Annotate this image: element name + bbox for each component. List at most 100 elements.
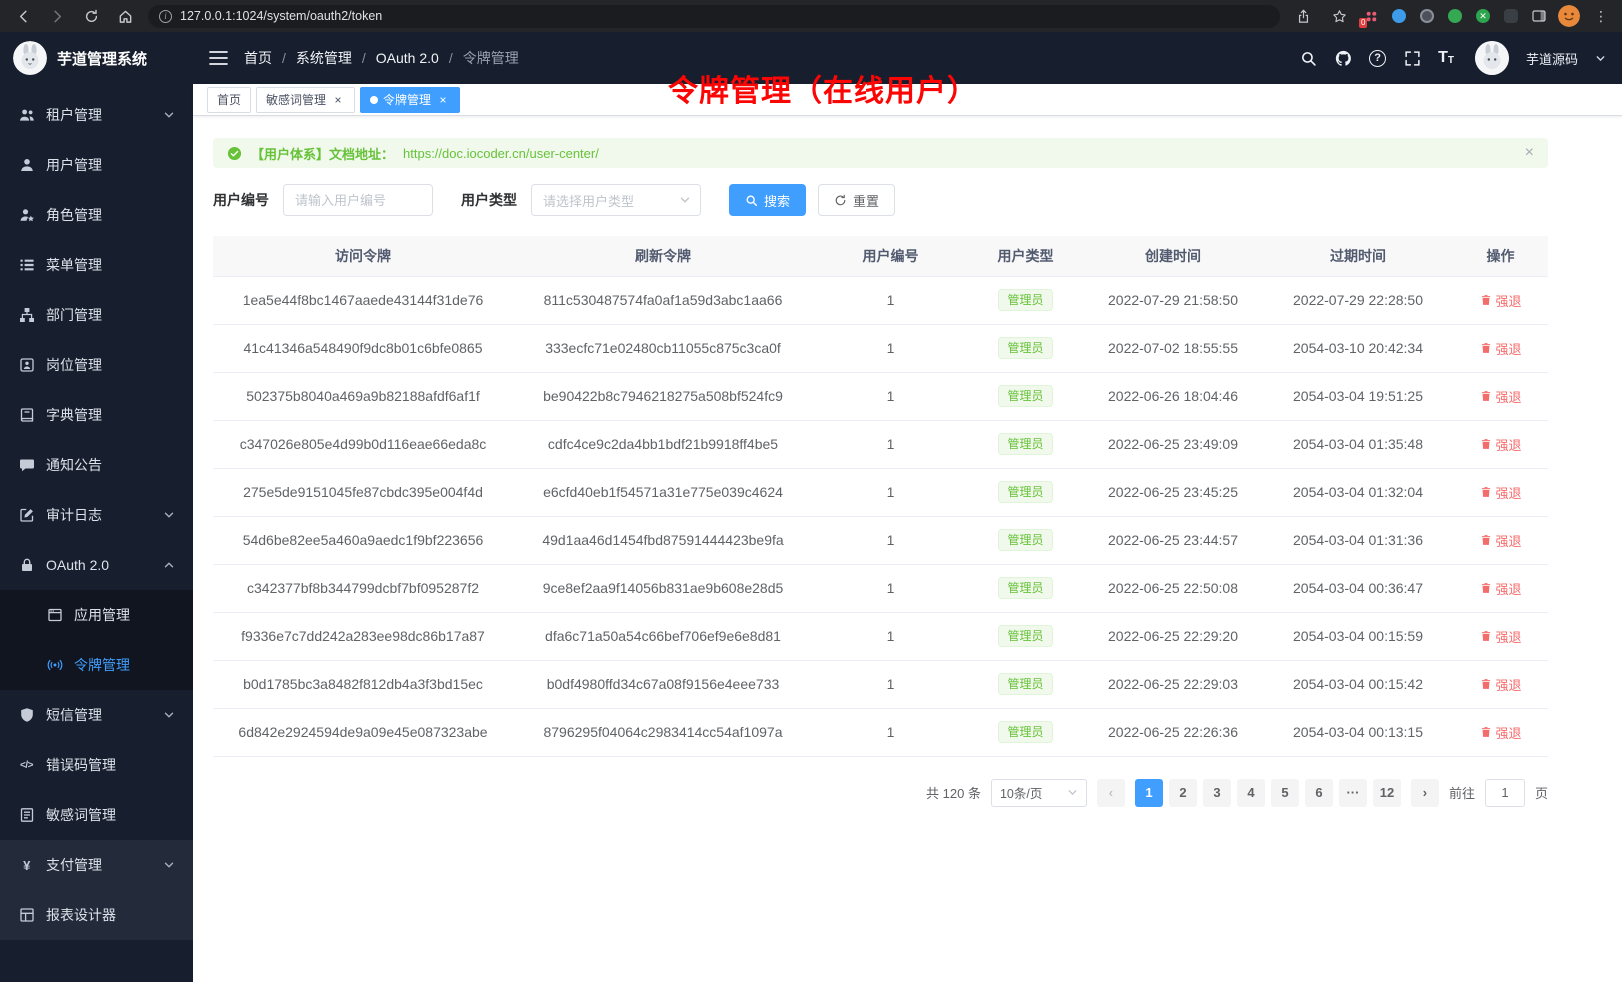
share-icon[interactable] xyxy=(1290,4,1316,28)
force-logout-button[interactable]: 强退 xyxy=(1479,483,1521,502)
page-button[interactable]: 1 xyxy=(1135,779,1163,807)
user-id-input[interactable] xyxy=(283,184,433,216)
forward-icon[interactable] xyxy=(44,4,70,28)
expire-time-cell: 2054-03-04 01:35:48 xyxy=(1263,420,1453,468)
sidebar-item[interactable]: 令牌管理 xyxy=(0,640,193,690)
close-icon[interactable]: × xyxy=(436,93,450,107)
sidebar-item[interactable]: 报表设计器 xyxy=(0,890,193,940)
sidebar-item[interactable]: 应用管理 xyxy=(0,590,193,640)
prev-page-button[interactable]: ‹ xyxy=(1097,779,1125,807)
force-logout-button[interactable]: 强退 xyxy=(1479,387,1521,406)
trash-icon xyxy=(1479,678,1492,691)
browser-menu-icon[interactable]: ⋮ xyxy=(1590,8,1612,25)
collapse-menu-icon[interactable] xyxy=(209,50,228,66)
goto-label: 前往 xyxy=(1449,783,1475,802)
tab-item[interactable]: 首页 xyxy=(207,87,251,113)
sidebar-item[interactable]: 短信管理 xyxy=(0,690,193,740)
page-button[interactable]: 3 xyxy=(1203,779,1231,807)
force-logout-button[interactable]: 强退 xyxy=(1479,435,1521,454)
user-id-cell: 1 xyxy=(813,468,968,516)
force-logout-button[interactable]: 强退 xyxy=(1479,339,1521,358)
sidebar-item[interactable]: 菜单管理 xyxy=(0,240,193,290)
split-window-icon[interactable] xyxy=(1530,7,1548,25)
search-button[interactable]: 搜索 xyxy=(729,184,806,216)
close-icon[interactable]: × xyxy=(1525,145,1534,161)
search-icon[interactable] xyxy=(1299,49,1317,67)
user-type-badge: 管理员 xyxy=(998,385,1052,407)
access-token-cell: f9336e7c7dd242a283ee98dc86b17a87 xyxy=(213,612,513,660)
refresh-token-cell: be90422b8c7946218275a508bf524fc9 xyxy=(513,372,813,420)
chevron-down-icon[interactable] xyxy=(1595,53,1606,64)
user-id-cell: 1 xyxy=(813,708,968,756)
force-logout-button[interactable]: 强退 xyxy=(1479,627,1521,646)
reload-icon[interactable] xyxy=(78,4,104,28)
breadcrumb-item[interactable]: 系统管理 xyxy=(296,48,352,68)
goto-page-input[interactable] xyxy=(1485,779,1525,807)
user-name[interactable]: 芋道源码 xyxy=(1526,49,1578,68)
extension-green-icon[interactable] xyxy=(1446,7,1464,25)
refresh-token-cell: 811c530487574fa0af1a59d3abc1aa66 xyxy=(513,276,813,324)
app-logo[interactable]: 芋道管理系统 xyxy=(0,32,193,84)
page-button[interactable]: 4 xyxy=(1237,779,1265,807)
reset-button[interactable]: 重置 xyxy=(818,184,895,216)
sidebar-item[interactable]: 审计日志 xyxy=(0,490,193,540)
fullscreen-icon[interactable] xyxy=(1403,49,1421,67)
alert-link[interactable]: https://doc.iocoder.cn/user-center/ xyxy=(403,146,599,161)
user-type-select[interactable]: 请选择用户类型 xyxy=(531,184,701,216)
sidebar-item[interactable]: 租户管理 xyxy=(0,90,193,140)
sidebar-item[interactable]: </>错误码管理 xyxy=(0,740,193,790)
audit-icon xyxy=(18,507,35,524)
home-icon[interactable] xyxy=(112,4,138,28)
browser-url-bar[interactable]: i 127.0.0.1:1024/system/oauth2/token xyxy=(148,5,1280,28)
breadcrumb-item[interactable]: 首页 xyxy=(244,48,272,68)
sidebar-item[interactable]: ¥支付管理 xyxy=(0,840,193,890)
breadcrumb-item[interactable]: OAuth 2.0 xyxy=(376,50,439,66)
next-page-button[interactable]: › xyxy=(1411,779,1439,807)
create-time-cell: 2022-06-25 22:29:03 xyxy=(1083,660,1263,708)
breadcrumb-item[interactable]: 令牌管理 xyxy=(463,48,519,68)
sidebar-item[interactable]: 通知公告 xyxy=(0,440,193,490)
extension-blue-icon[interactable] xyxy=(1390,7,1408,25)
help-icon[interactable]: ? xyxy=(1369,50,1386,67)
force-logout-button[interactable]: 强退 xyxy=(1479,291,1521,310)
sidebar-item[interactable]: 用户管理 xyxy=(0,140,193,190)
refresh-token-cell: e6cfd40eb1f54571a31e775e039c4624 xyxy=(513,468,813,516)
role-icon xyxy=(18,207,35,224)
bookmark-star-icon[interactable] xyxy=(1326,4,1352,28)
page-button[interactable]: 12 xyxy=(1373,779,1401,807)
extension-paw-icon[interactable] xyxy=(1502,7,1520,25)
page-size-select[interactable]: 10条/页 xyxy=(991,779,1087,807)
github-icon[interactable] xyxy=(1334,49,1352,67)
extension-grid-icon[interactable]: 0 xyxy=(1362,7,1380,25)
close-icon[interactable]: × xyxy=(331,93,345,107)
font-size-icon[interactable]: TT xyxy=(1438,50,1454,66)
force-logout-button[interactable]: 强退 xyxy=(1479,723,1521,742)
extension-x-icon[interactable]: ✕ xyxy=(1474,7,1492,25)
user-avatar[interactable] xyxy=(1475,41,1509,75)
browser-profile-avatar[interactable] xyxy=(1558,5,1580,27)
refresh-token-cell: 9ce8ef2aa9f14056b831ae9b608e28d5 xyxy=(513,564,813,612)
site-info-icon[interactable]: i xyxy=(159,10,172,23)
menu-icon xyxy=(18,257,35,274)
page-button[interactable]: 5 xyxy=(1271,779,1299,807)
sidebar-item[interactable]: OAuth 2.0 xyxy=(0,540,193,590)
trash-icon xyxy=(1479,534,1492,547)
extension-dark-icon[interactable] xyxy=(1418,7,1436,25)
sidebar-item[interactable]: 敏感词管理 xyxy=(0,790,193,840)
force-logout-button[interactable]: 强退 xyxy=(1479,531,1521,550)
page-button[interactable]: 6 xyxy=(1305,779,1333,807)
app-frame: 芋道管理系统 租户管理用户管理角色管理菜单管理部门管理岗位管理字典管理通知公告审… xyxy=(0,32,1622,982)
tab-item[interactable]: 令牌管理× xyxy=(360,87,460,113)
force-logout-button[interactable]: 强退 xyxy=(1479,579,1521,598)
sidebar-item[interactable]: 字典管理 xyxy=(0,390,193,440)
force-logout-button[interactable]: 强退 xyxy=(1479,675,1521,694)
sidebar-item[interactable]: 岗位管理 xyxy=(0,340,193,390)
more-pages-button[interactable]: ··· xyxy=(1339,779,1367,807)
sidebar-item[interactable]: 部门管理 xyxy=(0,290,193,340)
expire-time-cell: 2054-03-04 00:15:59 xyxy=(1263,612,1453,660)
tab-item[interactable]: 敏感词管理× xyxy=(256,87,355,113)
page-button[interactable]: 2 xyxy=(1169,779,1197,807)
back-icon[interactable] xyxy=(10,4,36,28)
sidebar-item[interactable]: 角色管理 xyxy=(0,190,193,240)
sidebar-item-label: 错误码管理 xyxy=(46,755,116,775)
